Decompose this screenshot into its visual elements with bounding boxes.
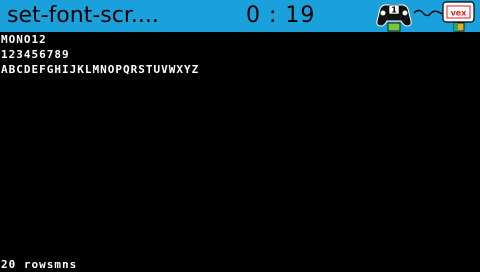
screen-line-2: 123456789 [1,48,70,61]
status-bar: set-font-scr.... 0 : 19 1 vex [0,0,480,32]
vex-brain-icon[interactable]: vex [441,1,477,32]
gamepad-icon[interactable]: 1 [376,1,412,32]
screen-line-1: MONO12 [1,33,47,46]
run-timer: 0 : 19 [246,3,316,28]
screen-line-3: ABCDEFGHIJKLMNOPQRSTUVWXYZ [1,63,200,76]
brain-label: vex [451,9,468,18]
controller-badge: 1 [391,6,397,15]
screen-footer-text: 20 rowsmns [1,258,78,271]
program-title: set-font-scr.... [7,3,159,28]
radio-link-icon [413,6,443,20]
brain-screen: MONO12 123456789 ABCDEFGHIJKLMNOPQRSTUVW… [0,32,480,272]
